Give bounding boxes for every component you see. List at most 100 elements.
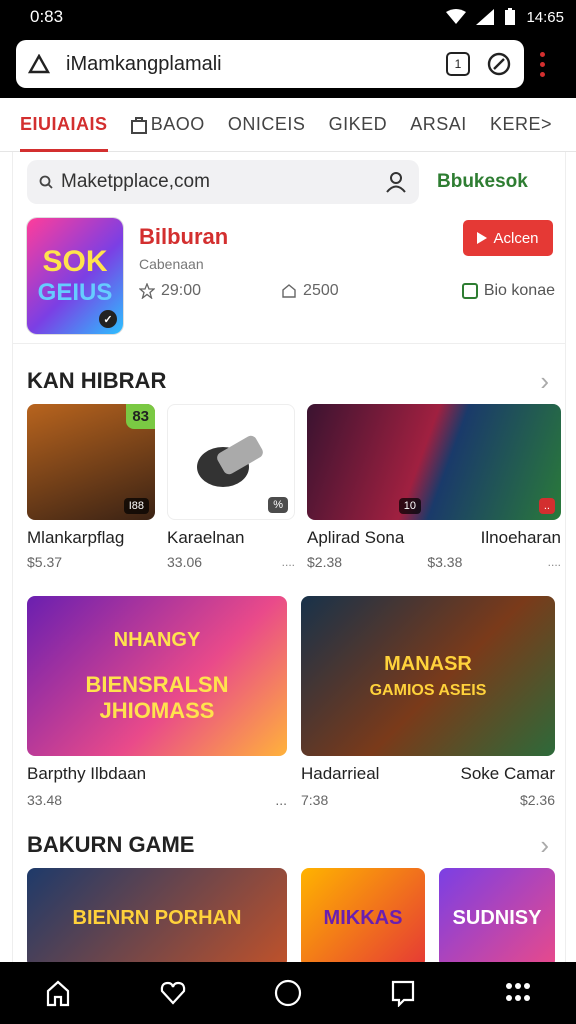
featured-badge-icon: ✓ xyxy=(99,310,117,328)
game-name[interactable]: Barpthy Ilbdaan xyxy=(27,764,146,784)
thumb-badge: % xyxy=(268,497,288,513)
install-button[interactable]: Aclcen xyxy=(463,220,553,256)
game-name-row: Barpthy Ilbdaan xyxy=(27,764,287,784)
status-clock: 14:65 xyxy=(526,8,564,26)
address-bar[interactable]: iMamkangplamali 1 xyxy=(16,40,524,88)
tab-count-icon[interactable]: 1 xyxy=(446,52,470,76)
featured-title[interactable]: Bilburan xyxy=(139,224,228,250)
game-extra: ... xyxy=(275,792,287,808)
game-price: $2.38 xyxy=(307,554,343,570)
featured-right-text: Bio konae xyxy=(483,282,555,299)
tab-second[interactable]: BAOO xyxy=(130,98,205,152)
thumb-label: BIENRN PORHAN xyxy=(72,906,242,929)
featured-right-label[interactable]: Bio konae xyxy=(461,282,555,300)
game-price-row: 33.48 ... xyxy=(27,792,287,808)
search-row: Maketpplace,com Bbukesok xyxy=(13,152,565,204)
browser-toolbar: iMamkangplamali 1 xyxy=(0,34,576,98)
game-thumbnail[interactable]: SUDNISY xyxy=(439,868,555,962)
featured-stat2: 2500 xyxy=(303,282,339,299)
game-thumbnail-large[interactable]: NHANGY BIENSRALSN JHIOMASS xyxy=(27,596,287,756)
home-icon[interactable] xyxy=(38,973,78,1013)
url-text[interactable]: iMamkangplamali xyxy=(66,53,430,76)
thumb-badge-right: .. xyxy=(538,498,555,514)
game-card-large[interactable]: MANASR GAMIOS ASEIS Hadarrieal Soke Cama… xyxy=(301,596,555,808)
game-card-large[interactable]: NHANGY BIENSRALSN JHIOMASS Barpthy Ilbda… xyxy=(27,596,287,808)
game-extra: .... xyxy=(547,555,561,569)
more-menu-icon[interactable] xyxy=(524,40,560,88)
chevron-right-icon[interactable]: › xyxy=(540,830,549,861)
featured-app[interactable]: SOK GEIUS ✓ Bilburan Cabenaan 29:00 2500… xyxy=(13,204,565,344)
game-thumbnail-large[interactable]: MANASR GAMIOS ASEIS xyxy=(301,596,555,756)
section-header-2: BAKURN GAME › xyxy=(13,808,565,864)
featured-thumbnail[interactable]: SOK GEIUS ✓ xyxy=(27,218,123,334)
featured-stat-rating: 29:00 xyxy=(139,282,201,300)
thumb-line1: MANASR xyxy=(384,652,472,675)
user-icon[interactable] xyxy=(385,171,407,193)
game-card[interactable]: 83 I88 Mlankarpflag $5.37 xyxy=(27,404,155,570)
game-price: $5.37 xyxy=(27,554,63,570)
status-icons: 14:65 xyxy=(446,8,564,26)
section-header-1: KAN HIBRAR › xyxy=(13,344,565,400)
game-card[interactable]: % Karaelnan 33.06.... xyxy=(167,404,295,570)
tab-second-label: BAOO xyxy=(150,114,205,134)
tab-featured[interactable]: EIUIAIAIS xyxy=(20,98,108,152)
thumb-label: MIKKAS xyxy=(323,906,403,929)
game-name[interactable]: Mlankarpflag xyxy=(27,528,155,548)
bookmark-icon[interactable] xyxy=(383,973,423,1013)
status-time: 0:83 xyxy=(30,7,64,26)
game-thumbnail[interactable]: MIKKAS xyxy=(301,868,425,962)
featured-stats: 29:00 2500 xyxy=(139,282,339,300)
game-thumbnail[interactable]: BIENRN PORHAN xyxy=(27,868,287,962)
game-price-row: 33.06.... xyxy=(167,554,295,570)
chevron-right-icon[interactable]: › xyxy=(540,366,549,397)
game-name[interactable]: Aplirad Sona xyxy=(307,528,404,548)
game-thumbnail[interactable]: % xyxy=(167,404,295,520)
game-card-wide[interactable]: 10 .. Aplirad Sona Ilnoeharan $2.38 $3.3… xyxy=(307,404,561,570)
thumb-label: SUDNISY xyxy=(452,906,542,929)
game-price-row: 7:38 $2.36 xyxy=(301,792,555,808)
category-tabs: EIUIAIAIS BAOO ONICEIS GIKED ARSAI KERE> xyxy=(0,98,576,152)
search-icon xyxy=(39,175,53,189)
game-thumbnail[interactable]: 10 .. xyxy=(307,404,561,520)
apps-grid-icon[interactable] xyxy=(498,973,538,1013)
game-row-3: BIENRN PORHAN MIKKAS SUDNISY xyxy=(13,864,565,962)
game-row-2: NHANGY BIENSRALSN JHIOMASS Barpthy Ilbda… xyxy=(13,570,565,808)
star-icon xyxy=(139,283,155,299)
section-title-1: KAN HIBRAR xyxy=(27,368,167,393)
bottom-navigation xyxy=(0,962,576,1024)
tab-more[interactable]: KERE> xyxy=(490,98,552,152)
tab-fifth[interactable]: ARSAI xyxy=(410,98,467,152)
brand-link[interactable]: Bbukesok xyxy=(437,171,528,193)
featured-subtitle: Cabenaan xyxy=(139,256,204,272)
featured-stat-downloads: 2500 xyxy=(281,282,339,300)
corner-badge: 83 xyxy=(126,404,155,429)
play-icon xyxy=(477,232,488,244)
signal-icon xyxy=(476,9,495,25)
featured-info: Bilburan Cabenaan xyxy=(139,218,228,343)
game-name[interactable]: Karaelnan xyxy=(167,528,295,548)
thumb-line2: GAMIOS ASEIS xyxy=(369,681,487,699)
game-name[interactable]: Soke Camar xyxy=(461,764,555,784)
game-price: 33.48 xyxy=(27,792,63,808)
search-input[interactable]: Maketpplace,com xyxy=(27,160,419,204)
game-name-row: Hadarrieal Soke Camar xyxy=(301,764,555,784)
tab-fourth[interactable]: GIKED xyxy=(329,98,388,152)
game-name-row: Aplirad Sona Ilnoeharan xyxy=(307,528,561,548)
game-extra: .... xyxy=(281,555,295,569)
thumb-line1: NHANGY xyxy=(113,628,201,651)
heart-icon[interactable] xyxy=(153,973,193,1013)
game-thumbnail[interactable]: 83 I88 xyxy=(27,404,155,520)
warning-icon xyxy=(28,54,50,74)
search-placeholder: Maketpplace,com xyxy=(61,171,210,192)
tab-third[interactable]: ONICEIS xyxy=(228,98,306,152)
circle-home-icon[interactable] xyxy=(268,973,308,1013)
thumb-line2: BIENSRALSN xyxy=(85,671,229,697)
status-bar: 0:83 14:65 xyxy=(0,0,576,34)
featured-thumb-line2: GEIUS xyxy=(37,279,113,306)
bag-icon xyxy=(130,116,147,134)
wifi-icon xyxy=(446,9,467,24)
game-price: 33.06 xyxy=(167,554,203,570)
game-name[interactable]: Hadarrieal xyxy=(301,764,379,784)
game-name[interactable]: Ilnoeharan xyxy=(481,528,561,548)
refresh-icon[interactable] xyxy=(486,51,512,77)
